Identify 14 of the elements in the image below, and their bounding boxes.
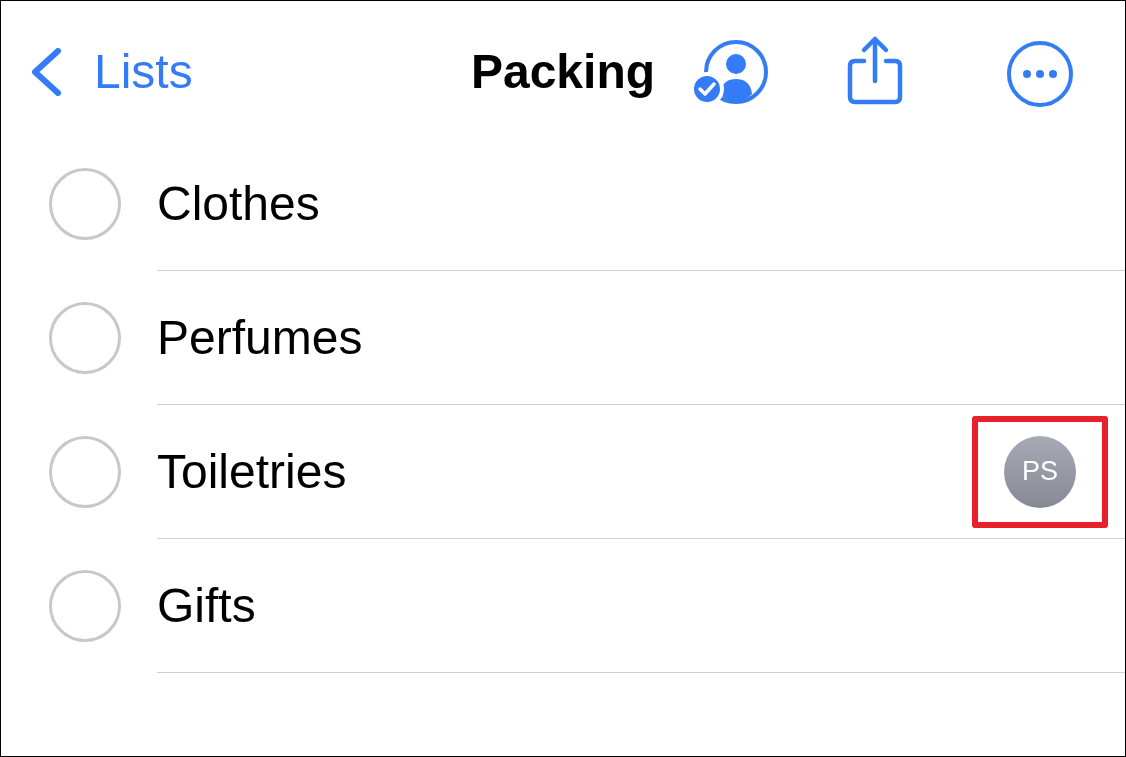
completion-checkbox[interactable]: [49, 302, 121, 374]
item-name: Toiletries: [157, 443, 347, 500]
item-name: Perfumes: [157, 309, 363, 366]
more-icon[interactable]: [1006, 40, 1075, 108]
completion-checkbox[interactable]: [49, 168, 121, 240]
chevron-left-icon: [30, 48, 62, 96]
item-name: Gifts: [157, 577, 256, 634]
share-icon[interactable]: [846, 35, 905, 105]
list-title: Packing: [470, 48, 656, 96]
assignee-avatar: PS: [1004, 435, 1076, 508]
completion-checkbox[interactable]: [49, 570, 121, 642]
back-button[interactable]: Lists: [30, 48, 193, 96]
item-name: Clothes: [157, 175, 320, 232]
completion-checkbox[interactable]: [49, 436, 121, 508]
